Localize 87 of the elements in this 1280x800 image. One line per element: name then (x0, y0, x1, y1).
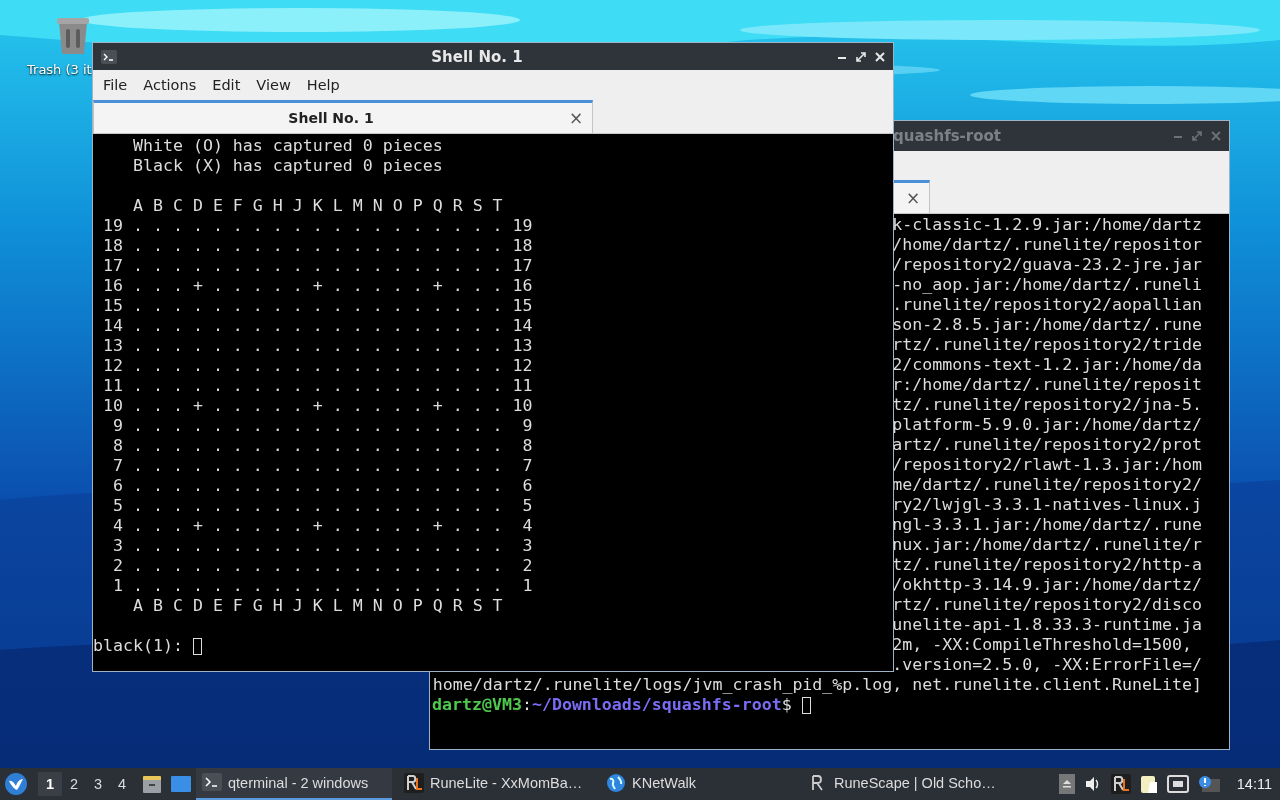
terminal-line: 16 . . . + . . . . . + . . . . . + . . . 16 (102, 276, 533, 295)
terminal-icon (101, 49, 117, 64)
terminal-tab[interactable]: × (893, 180, 930, 213)
terminal-line: /repository2/guava-23.2-jre.jar (892, 255, 1202, 275)
cursor-icon (192, 637, 202, 655)
window-title: Shell No. 1 (430, 47, 524, 66)
runelite-icon (404, 773, 424, 793)
globe-icon (606, 773, 626, 793)
desktop-switch[interactable]: 4 (110, 772, 134, 796)
taskbar-task[interactable]: qterminal - 2 windows (196, 768, 392, 800)
runelite-icon[interactable] (1110, 774, 1131, 794)
terminal-line: 1 . . . . . . . . . . . . . . . . . . . 1 (111, 576, 533, 595)
prompt-path: ~/Downloads/squashfs-root (531, 695, 782, 715)
terminal-line: home/dartz/.runelite/logs/jvm_crash_pid_%p.log, net.runelite.client.RuneLite] (432, 675, 1202, 695)
terminal-line: unelite-api-1.8.33.3-runtime.ja (892, 615, 1202, 635)
terminal-line: r:/home/dartz/.runelite/reposit (892, 375, 1202, 395)
menu-item[interactable]: View (248, 73, 299, 97)
notification-icon[interactable] (1197, 775, 1220, 793)
cursor-icon (801, 696, 811, 714)
terminal-line: /home/dartz/.runelite/repositor (892, 235, 1202, 255)
terminal-line: 13 . . . . . . . . . . . . . . . . . . . 13 (102, 336, 533, 355)
terminal-line: 14 . . . . . . . . . . . . . . . . . . . 14 (102, 316, 533, 335)
terminal-line: 10 . . . + . . . . . + . . . . . + . . . 10 (102, 396, 533, 415)
menu-item[interactable]: Help (298, 73, 348, 97)
trash-icon[interactable] (55, 16, 91, 56)
taskbar-task[interactable]: KNetWalk (600, 768, 796, 800)
terminal-line: k-classic-1.2.9.jar:/home/dartz (892, 215, 1202, 235)
prompt-symbol: $ (781, 695, 793, 715)
terminal-line: 4 . . . + . . . . . + . . . . . + . . . 4 (111, 516, 533, 535)
terminal-line: 15 . . . . . . . . . . . . . . . . . . . 15 (102, 296, 533, 315)
desktop-switch[interactable]: 2 (62, 772, 86, 796)
terminal-line: artz/.runelite/repository2/prot (892, 435, 1202, 455)
terminal-line: 18 . . . . . . . . . . . . . . . . . . . 18 (102, 236, 533, 255)
terminal-line: son-2.8.5.jar:/home/dartz/.rune (892, 315, 1202, 335)
network-icon[interactable] (1166, 775, 1189, 793)
prompt-user: dartz@VM3 (432, 695, 522, 715)
terminal-line: rtz/.runelite/repository2/disco (892, 595, 1202, 615)
terminal-line: 8 . . . . . . . . . . . . . . . . . . . 8 (111, 436, 533, 455)
terminal-line: /okhttp-3.14.9.jar:/home/dartz/ (892, 575, 1202, 595)
desktop-switch[interactable]: 3 (86, 772, 110, 796)
terminal-line: nux.jar:/home/dartz/.runelite/r (892, 535, 1202, 555)
terminal-line: /repository2/rlawt-1.3.jar:/hom (892, 455, 1202, 475)
clock[interactable]: 14:11 (1236, 776, 1272, 792)
tab-label[interactable]: Shell No. 1 (94, 110, 568, 126)
terminal-line: 9 . . . . . . . . . . . . . . . . . . . 9 (111, 416, 533, 435)
terminal-line: 19 . . . . . . . . . . . . . . . . . . . 19 (102, 216, 533, 235)
terminal-icon (202, 773, 222, 793)
terminal-line: White (O) has captured 0 pieces (131, 136, 443, 155)
menu-item[interactable]: Actions (135, 73, 205, 97)
tab-close-button[interactable]: × (568, 108, 584, 128)
show-desktop-icon[interactable] (170, 775, 192, 793)
terminal-line: me/dartz/.runelite/repository2/ (892, 475, 1202, 495)
terminal-line: A B C D E F G H J K L M N O P Q R S T (131, 596, 503, 615)
desktop-switch[interactable]: 1 (38, 772, 62, 796)
terminal-line: A B C D E F G H J K L M N O P Q R S T (131, 196, 503, 215)
terminal-line: 2/commons-text-1.2.jar:/home/da (892, 355, 1202, 375)
terminal-line: 17 . . . . . . . . . . . . . . . . . . . 17 (102, 256, 533, 275)
terminal-line: 12 . . . . . . . . . . . . . . . . . . . 12 (102, 356, 533, 375)
terminal-line: 3 . . . . . . . . . . . . . . . . . . . 3 (111, 536, 533, 555)
terminal-line: 7 . . . . . . . . . . . . . . . . . . . 7 (111, 456, 533, 475)
menu-item[interactable]: File (95, 73, 136, 97)
terminal-line: tz/.runelite/repository2/jna-5. (892, 395, 1202, 415)
terminal-line: ngl-3.3.1.jar:/home/dartz/.rune (892, 515, 1202, 535)
clipboard-icon[interactable] (1139, 774, 1158, 794)
file-cabinet-icon[interactable] (142, 774, 162, 794)
terminal-line: 2m, -XX:CompileThreshold=1500, (892, 635, 1193, 655)
terminal-line: Black (X) has captured 0 pieces (131, 156, 443, 175)
prompt-text: black(1): (93, 636, 184, 656)
terminal-line: tz/.runelite/repository2/http-a (892, 555, 1202, 575)
terminal-line: 11 . . . . . . . . . . . . . . . . . . . 11 (102, 376, 533, 395)
taskbar-task[interactable]: RuneLite - XxMomBa… (398, 768, 594, 800)
window-title: quashfs-root (892, 127, 1002, 145)
prompt-separator: : (521, 695, 532, 715)
terminal-line: rtz/.runelite/repository2/tride (892, 335, 1202, 355)
terminal-line: .runelite/repository2/aopallian (892, 295, 1202, 315)
terminal-line: .version=2.5.0, -XX:ErrorFile=/ (892, 655, 1202, 675)
terminal-line: platform-5.9.0.jar:/home/dartz/ (892, 415, 1202, 435)
terminal-tab[interactable]: Shell No. 1 × (93, 100, 593, 133)
tab-close-button[interactable]: × (905, 188, 921, 208)
terminal-line: -no_aop.jar:/home/dartz/.runeli (892, 275, 1202, 295)
taskbar-task[interactable]: RuneScape | Old Scho… (802, 768, 998, 800)
eject-icon[interactable] (1058, 774, 1075, 794)
menu-item[interactable]: Edit (204, 73, 249, 97)
terminal-line: 6 . . . . . . . . . . . . . . . . . . . 6 (111, 476, 533, 495)
terminal-line: 5 . . . . . . . . . . . . . . . . . . . 5 (111, 496, 533, 515)
terminal-line: 2 . . . . . . . . . . . . . . . . . . . 2 (111, 556, 533, 575)
terminal-line: ry2/lwjgl-3.3.1-natives-linux.j (892, 495, 1202, 515)
